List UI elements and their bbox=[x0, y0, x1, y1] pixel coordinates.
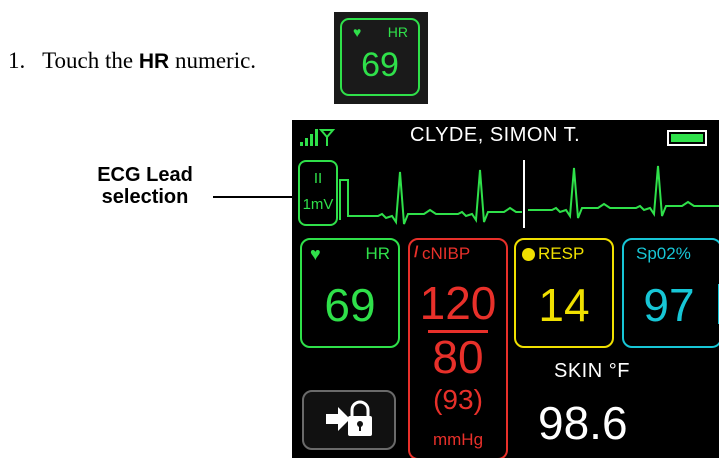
ecg-lead-scale: 1mV bbox=[302, 196, 334, 213]
skin-temp-value[interactable]: 98.6 bbox=[538, 396, 628, 450]
heart-icon: ♥ bbox=[353, 24, 362, 40]
ecg-lead-selection[interactable]: II 1mV bbox=[298, 160, 338, 226]
hr-inset-value: 69 bbox=[361, 46, 399, 84]
spo2-numeric-tile[interactable]: Sp02% 97 bbox=[622, 238, 719, 348]
spo2-label: Sp02% bbox=[636, 244, 691, 263]
callout-line-1: ECG Lead bbox=[97, 164, 193, 186]
screen-lock-button[interactable] bbox=[302, 390, 396, 450]
resp-value: 14 bbox=[538, 279, 590, 331]
patient-name: CLYDE, SIMON T. bbox=[410, 124, 581, 146]
step-text-suffix: numeric. bbox=[174, 48, 257, 73]
resp-label: RESP bbox=[538, 244, 585, 263]
hr-numeric-tile[interactable]: ♥ HR 69 bbox=[300, 238, 400, 348]
nibp-diastolic: 80 bbox=[432, 331, 484, 383]
monitor-screen: CLYDE, SIMON T. II 1mV ♥ HR 69 / cNIBP 1… bbox=[292, 120, 719, 458]
nibp-systolic: 120 bbox=[419, 277, 497, 329]
hr-numeric-inset: ♥ HR 69 bbox=[334, 12, 428, 104]
spo2-value: 97 bbox=[643, 279, 695, 331]
hr-value: 69 bbox=[324, 279, 376, 331]
signal-antenna-icon bbox=[300, 126, 336, 153]
callout-line-2: selection bbox=[101, 186, 189, 208]
nibp-mean: (93) bbox=[433, 384, 483, 415]
ecg-lead-name: II bbox=[313, 170, 323, 187]
nibp-numeric-tile[interactable]: / cNIBP 120 80 (93) mmHg bbox=[408, 238, 508, 458]
nibp-unit: mmHg bbox=[432, 430, 484, 449]
hr-inset-tile[interactable]: ♥ HR 69 bbox=[340, 18, 420, 96]
nibp-status-icon: / bbox=[414, 244, 419, 261]
step-number: 1. bbox=[8, 48, 26, 73]
instruction-step: 1. Touch the HR numeric. bbox=[8, 48, 256, 74]
resp-numeric-tile[interactable]: RESP 14 bbox=[514, 238, 614, 348]
ecg-waveform bbox=[339, 160, 719, 228]
status-bar: CLYDE, SIMON T. bbox=[292, 120, 719, 156]
step-text-prefix: Touch the bbox=[42, 48, 134, 73]
heart-icon: ♥ bbox=[310, 244, 321, 264]
hr-label: HR bbox=[365, 244, 390, 263]
step-text-bold: HR bbox=[138, 50, 170, 73]
screen-lock-icon bbox=[326, 400, 372, 436]
nibp-label: cNIBP bbox=[422, 244, 471, 263]
hr-inset-label: HR bbox=[387, 24, 408, 40]
battery-icon bbox=[667, 130, 707, 146]
skin-temp-label: SKIN °F bbox=[554, 360, 630, 382]
resp-dot-icon bbox=[522, 248, 535, 261]
ecg-lead-callout: ECG Lead selection bbox=[70, 164, 220, 208]
